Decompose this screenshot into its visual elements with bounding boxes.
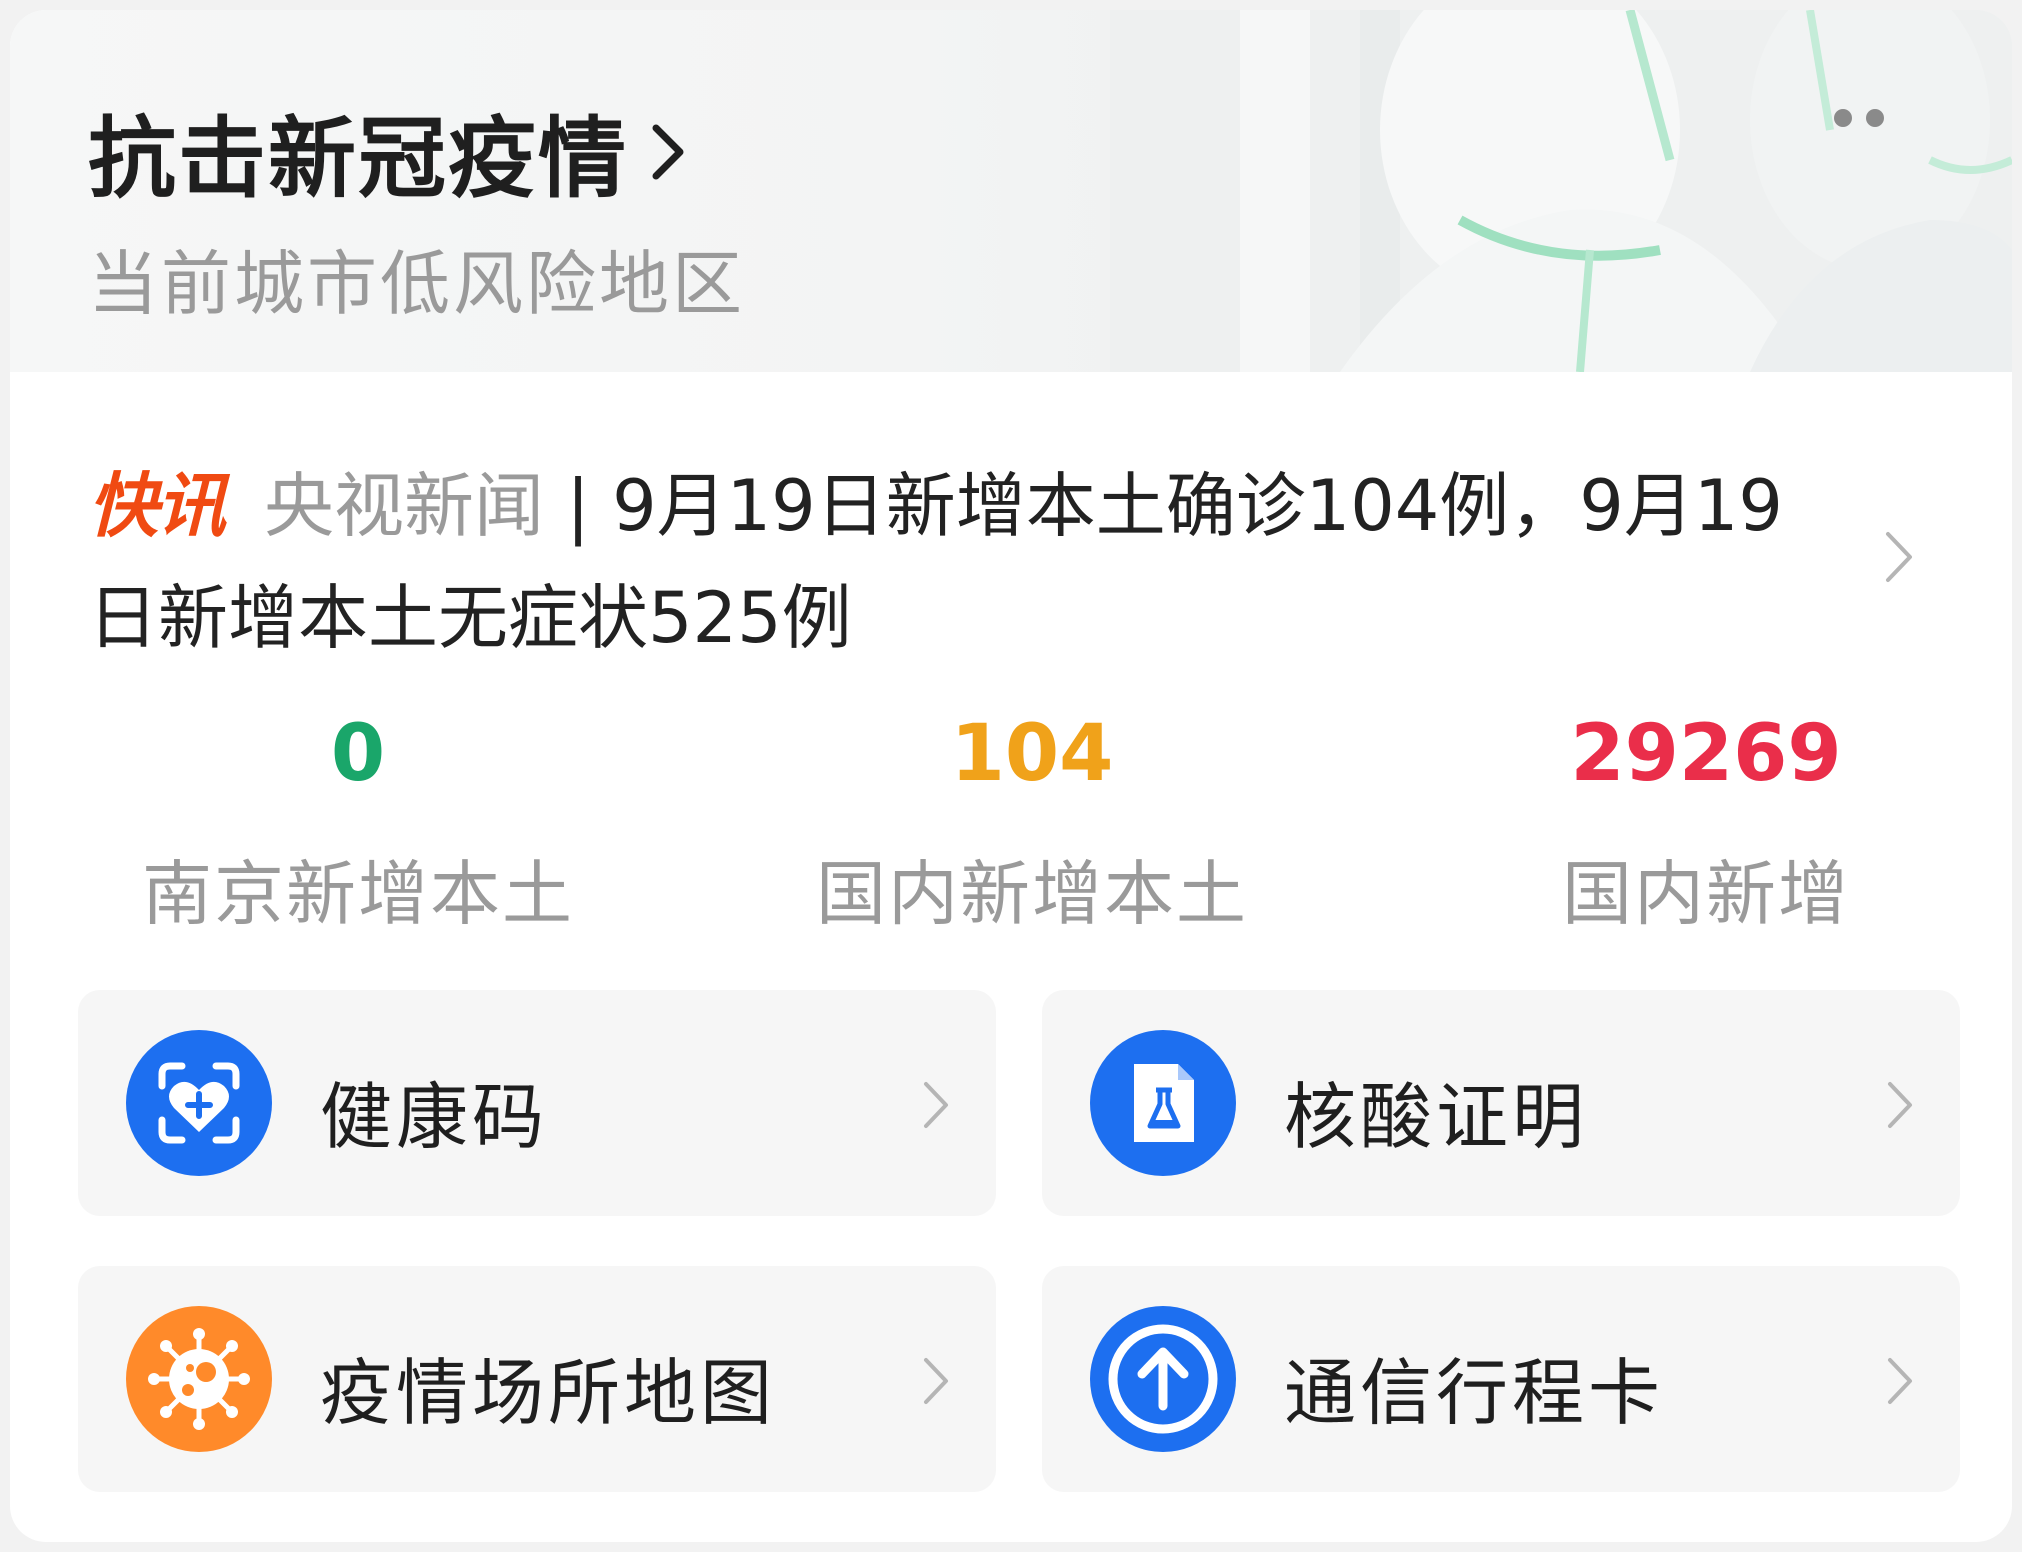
- chevron-right-icon: [924, 1082, 948, 1128]
- news-flash[interactable]: 快讯 央视新闻 | 9月19日新增本土确诊104例，9月19日新增本土无症状525…: [88, 450, 1828, 674]
- tile-travel-card[interactable]: 通信行程卡: [1042, 1266, 1960, 1492]
- tile-nucleic-acid-certificate[interactable]: 核酸证明: [1042, 990, 1960, 1216]
- risk-level-subtitle: 当前城市低风险地区: [88, 243, 745, 325]
- banner-medical-staff-illustration: [1110, 10, 2012, 372]
- chevron-right-icon: [1888, 1082, 1912, 1128]
- tile-label: 疫情场所地图: [320, 1351, 777, 1435]
- health-code-icon: [126, 1030, 272, 1176]
- news-tag: 快讯: [88, 465, 226, 547]
- stat-value: 104: [950, 709, 1114, 799]
- stat-nanjing-local[interactable]: 0 南京新增本土: [58, 706, 658, 939]
- news-chevron-right-icon[interactable]: [1882, 528, 1916, 586]
- news-separator: |: [544, 465, 613, 547]
- stat-domestic-total[interactable]: 29269 国内新增: [1406, 706, 2006, 939]
- travel-card-icon: [1090, 1306, 1236, 1452]
- tile-epidemic-venue-map[interactable]: 疫情场所地图: [78, 1266, 996, 1492]
- chevron-right-icon: [1888, 1358, 1912, 1404]
- epidemic-card: 抗击新冠疫情 当前城市低风险地区 快讯 央视新闻 | 9月19日新增本土确诊104…: [10, 10, 2012, 1542]
- chevron-right-icon: [652, 124, 684, 179]
- tile-label: 核酸证明: [1284, 1075, 1589, 1159]
- stat-value: 29269: [1570, 709, 1842, 799]
- header-banner[interactable]: 抗击新冠疫情 当前城市低风险地区: [10, 10, 2012, 372]
- tile-health-code[interactable]: 健康码: [78, 990, 996, 1216]
- nucleic-acid-certificate-icon: [1090, 1030, 1236, 1176]
- stat-domestic-local[interactable]: 104 国内新增本土: [732, 706, 1332, 939]
- stat-label: 国内新增本土: [816, 853, 1248, 935]
- page-title: 抗击新冠疫情: [88, 107, 629, 210]
- virus-map-icon: [126, 1306, 272, 1452]
- stat-value: 0: [330, 709, 386, 799]
- tile-label: 健康码: [320, 1075, 549, 1159]
- more-options-icon[interactable]: [1834, 106, 1894, 130]
- tile-label: 通信行程卡: [1284, 1351, 1665, 1435]
- news-source: 央视新闻: [264, 465, 544, 547]
- chevron-right-icon: [924, 1358, 948, 1404]
- title-row[interactable]: 抗击新冠疫情: [88, 88, 690, 215]
- stat-label: 南京新增本土: [142, 853, 574, 935]
- stat-label: 国内新增: [1562, 853, 1850, 935]
